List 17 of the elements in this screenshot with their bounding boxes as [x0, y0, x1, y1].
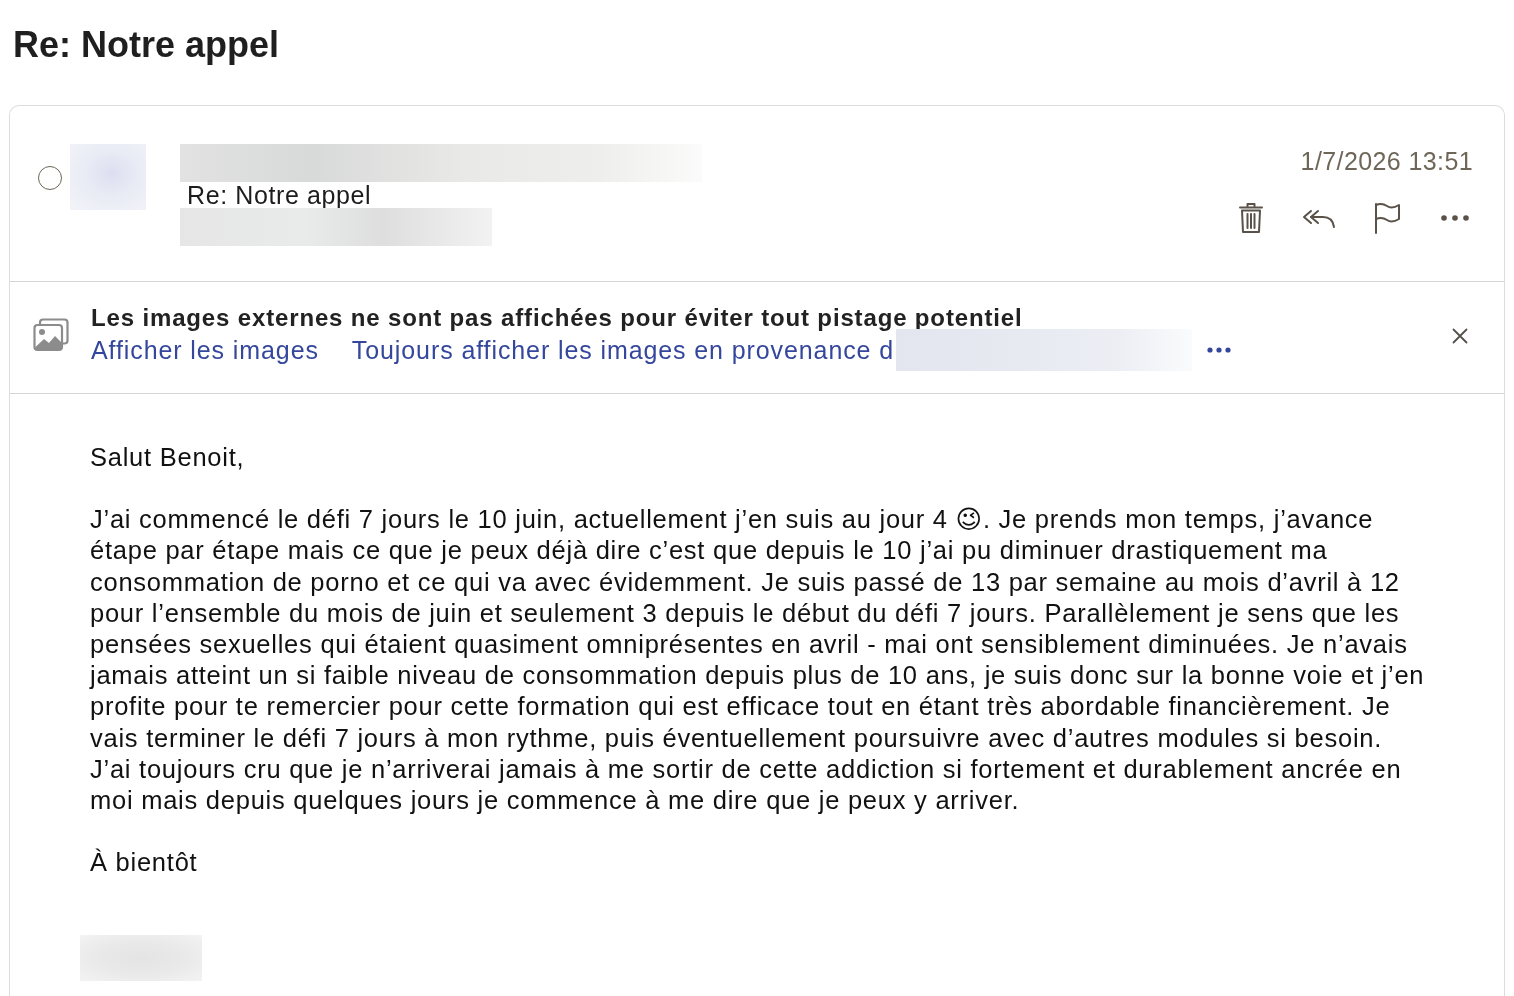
- more-icon: [1441, 215, 1469, 221]
- always-show-images-link[interactable]: Toujours afficher les images en provenance d: [351, 334, 895, 366]
- message-subject: Re: Notre appel: [186, 182, 372, 208]
- more-icon: [1207, 347, 1232, 353]
- notice-text: Les images externes ne sont pas affichées pour éviter tout pistage potentiel: [91, 303, 1023, 333]
- message-paragraph: J’ai commencé le défi 7 jours le 10 juin, actuellement j’en suis au jour 4 😉. Je prends mon temps, j’avance étape par étape mais ce que je peux déjà dire c’est que depuis le 10 j’ai pu diminuer drastiquement ma consommation de porno et ce qui va avec évidemment. Je suis passé de 13 par semaine au mois d’avril à 12 pour l’ensemble du mois de juin et seulement 3 depuis le début du défi 7 jours. Parallèlement je sens que les pensées sexuelles qui étaient quasiment omniprésentes en avril - mai ont sensiblement diminuées. Je n’avais jamais atteint un si faible niveau de consommation depuis plus de 10 ans, je suis donc sur la bonne voie et j’en profite pour te remercier pour cette formation qui est efficace tout en étant très abordable financièrement. Je vais terminer le défi 7 jours à mon rythme, puis éventuellement poursuivre avec d’autres modules si besoin. J’ai toujours cru que je n’arriverai jamais à me sortir de cette addiction si fortement et durablement ancrée en moi mais depuis quelques jours je commence à me dire que je peux y arriver.: [90, 504, 1425, 817]
- closing-text: À bientôt: [90, 847, 198, 879]
- reply-all-icon: [1302, 207, 1336, 229]
- select-radio[interactable]: [38, 166, 62, 190]
- show-images-link[interactable]: Afficher les images: [91, 334, 319, 366]
- flag-icon: [1373, 202, 1401, 234]
- page-title: Re: Notre appel: [12, 23, 280, 67]
- message-date: 1/7/2026 13:51: [1300, 147, 1473, 175]
- trash-icon: [1238, 202, 1264, 234]
- image-icon: [33, 318, 69, 352]
- greeting-text: Salut Benoit,: [90, 442, 245, 473]
- close-icon: [1452, 328, 1468, 344]
